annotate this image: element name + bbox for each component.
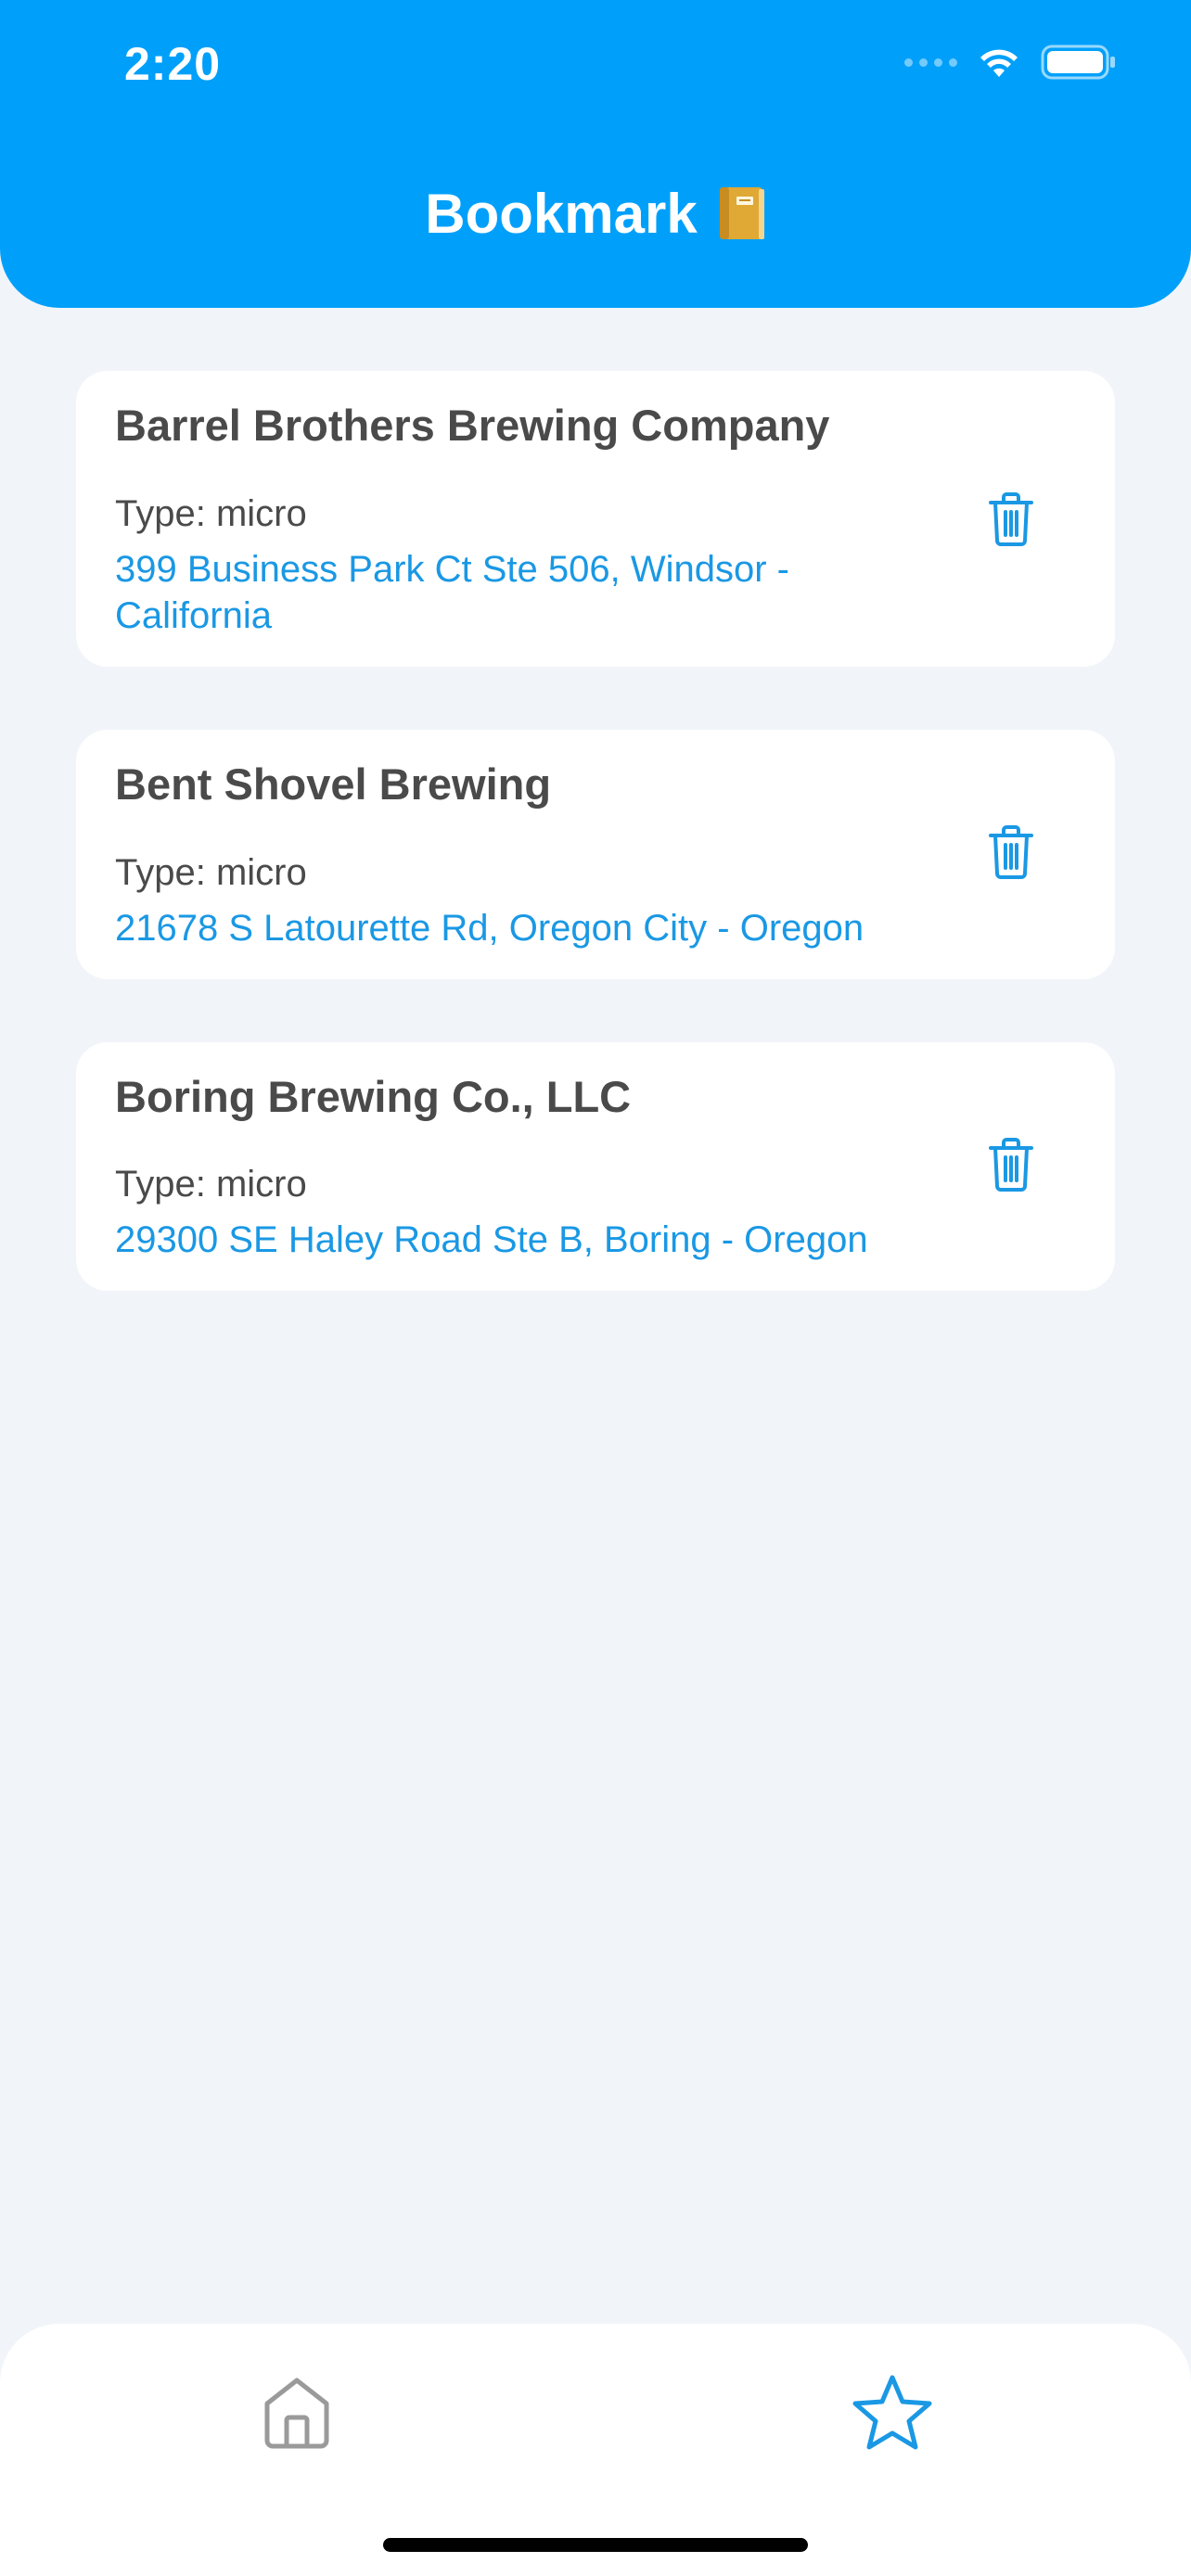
delete-bookmark-button[interactable] xyxy=(985,823,1037,882)
brewery-name: Boring Brewing Co., LLC xyxy=(115,1071,632,1121)
brewery-address[interactable]: 29300 SE Haley Road Ste B, Boring - Oreg… xyxy=(115,1217,1005,1263)
home-indicator xyxy=(383,2538,808,2552)
bookmark-screen: 2:20 Bookmark Barrel Brothers Brewing Co… xyxy=(0,0,1191,2576)
delete-bookmark-button[interactable] xyxy=(985,490,1037,549)
trash-icon xyxy=(989,492,1033,546)
header: 2:20 Bookmark xyxy=(0,0,1191,308)
bookmark-card[interactable]: Barrel Brothers Brewing Company Type: mi… xyxy=(76,371,1115,667)
status-time: 2:20 xyxy=(124,38,222,90)
trash-icon xyxy=(989,1137,1033,1192)
brewery-name: Bent Shovel Brewing xyxy=(115,759,552,809)
status-icons xyxy=(904,45,1117,80)
star-icon xyxy=(852,2375,932,2450)
battery-icon xyxy=(1041,45,1115,80)
signal-icon xyxy=(904,57,957,67)
brewery-address[interactable]: 399 Business Park Ct Ste 506, Windsor - … xyxy=(115,546,950,639)
tab-bookmark[interactable] xyxy=(846,2366,939,2459)
trash-icon xyxy=(989,824,1033,879)
brewery-name: Barrel Brothers Brewing Company xyxy=(115,401,830,450)
brewery-type: Type: micro xyxy=(115,492,307,534)
delete-bookmark-button[interactable] xyxy=(985,1135,1037,1194)
brewery-address[interactable]: 21678 S Latourette Rd, Oregon City - Ore… xyxy=(115,905,1005,951)
brewery-type: Type: micro xyxy=(115,851,307,893)
brewery-type: Type: micro xyxy=(115,1164,307,1205)
wifi-icon xyxy=(980,49,1018,77)
bookmark-card[interactable]: Bent Shovel Brewing Type: micro 21678 S … xyxy=(76,729,1115,979)
page-title: Bookmark xyxy=(0,182,1191,246)
home-icon xyxy=(264,2378,329,2449)
tab-home[interactable] xyxy=(250,2366,343,2459)
page-title-text: Bookmark xyxy=(425,183,698,245)
notebook-icon xyxy=(719,186,764,239)
bookmark-card[interactable]: Boring Brewing Co., LLC Type: micro 2930… xyxy=(76,1041,1115,1292)
bookmark-list: Barrel Brothers Brewing Company Type: mi… xyxy=(76,371,1115,1354)
